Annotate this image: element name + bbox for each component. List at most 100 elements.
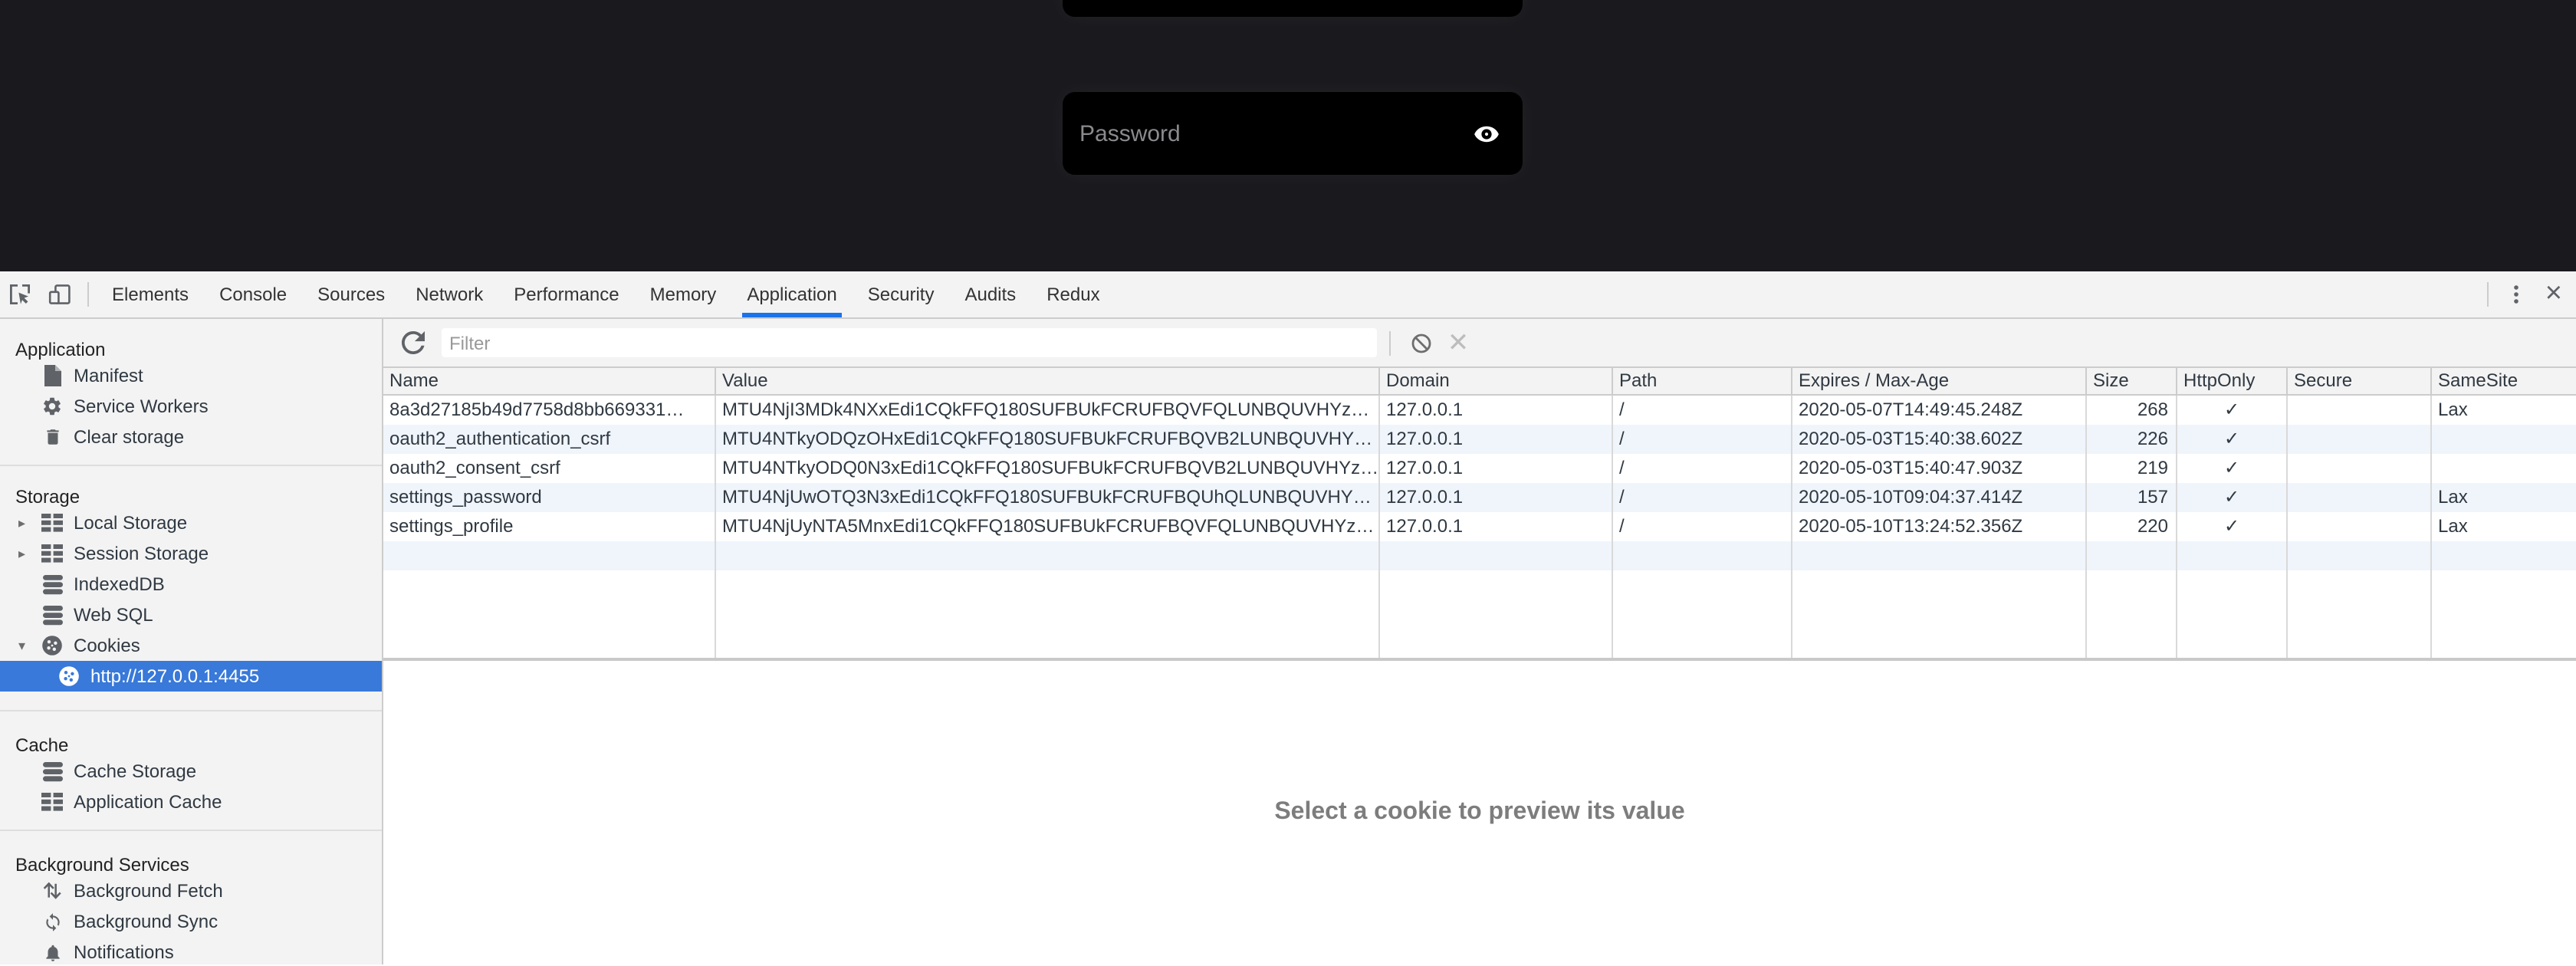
password-field[interactable]: Password (1063, 92, 1523, 175)
devtools-close-button[interactable]: × (2536, 278, 2576, 310)
tab-elements[interactable]: Elements (97, 271, 204, 317)
httponly-check: ✓ (2177, 512, 2288, 541)
sidebar-item-cookies[interactable]: ▾ Cookies (0, 630, 382, 661)
table-row[interactable]: settings_password MTU4NjUwOTQ3N3xEdi1CQk… (383, 483, 2576, 512)
table-filler (383, 570, 2576, 658)
devtools-tabbar: Elements Console Sources Network Perform… (0, 271, 2576, 319)
file-icon (43, 365, 61, 386)
device-toolbar-button[interactable] (40, 274, 80, 314)
toolbar-divider (1389, 330, 1391, 355)
tab-sources[interactable]: Sources (302, 271, 400, 317)
column-header-value[interactable]: Value (716, 368, 1380, 394)
up-down-arrows-icon (42, 881, 62, 901)
trash-icon (42, 426, 62, 448)
sidebar-item-cache-storage[interactable]: Cache Storage (0, 756, 382, 787)
cookie-table-header: Name Value Domain Path Expires / Max-Age… (383, 368, 2576, 396)
cookie-icon (41, 635, 63, 656)
application-sidebar: Application Manifest Service Workers Cle… (0, 319, 383, 964)
filter-input[interactable] (442, 328, 1377, 357)
database-icon (42, 574, 62, 594)
table-icon (41, 544, 63, 563)
sidebar-item-service-workers[interactable]: Service Workers (0, 391, 382, 422)
tab-audits[interactable]: Audits (949, 271, 1031, 317)
table-row[interactable]: oauth2_consent_csrf MTU4NTkyODQ0N3xEdi1C… (383, 454, 2576, 483)
sidebar-item-background-sync[interactable]: Background Sync (0, 906, 382, 937)
sidebar-item-clear-storage[interactable]: Clear storage (0, 422, 382, 452)
gear-icon (41, 396, 63, 417)
table-row[interactable]: 8a3d27185b49d7758d8bb669331… MTU4NjI3MDk… (383, 396, 2576, 425)
cookie-table-body: 8a3d27185b49d7758d8bb669331… MTU4NjI3MDk… (383, 396, 2576, 658)
column-header-path[interactable]: Path (1613, 368, 1792, 394)
show-only-blocked-cookies-button[interactable] (1403, 332, 1440, 353)
httponly-check: ✓ (2177, 425, 2288, 454)
table-icon (41, 514, 63, 532)
sidebar-item-application-cache[interactable]: Application Cache (0, 787, 382, 817)
section-background-services: Background Services Background Fetch Bac… (0, 831, 382, 964)
sidebar-item-indexeddb[interactable]: IndexedDB (0, 569, 382, 600)
tab-performance[interactable]: Performance (498, 271, 634, 317)
cookie-preview-pane: Select a cookie to preview its value (383, 658, 2576, 964)
tab-redux[interactable]: Redux (1031, 271, 1115, 317)
table-row-empty[interactable] (383, 541, 2576, 570)
password-placeholder: Password (1063, 120, 1474, 146)
section-application: Application Manifest Service Workers Cle… (0, 319, 382, 466)
tab-security[interactable]: Security (853, 271, 950, 317)
tabbar-right-divider (2487, 282, 2489, 307)
httponly-check: ✓ (2177, 396, 2288, 425)
sync-icon (42, 912, 62, 932)
form-field-partial[interactable] (1063, 0, 1523, 17)
sidebar-item-session-storage[interactable]: ▸ Session Storage (0, 538, 382, 569)
database-icon (42, 761, 62, 781)
section-cache: Cache Cache Storage Application Cache (0, 711, 382, 831)
column-header-expires[interactable]: Expires / Max-Age (1792, 368, 2087, 394)
table-row[interactable]: settings_profile MTU4NjUyNTA5MnxEdi1CQkF… (383, 512, 2576, 541)
cookies-pane: ✕ Name Value Domain Path Expires / Max-A… (383, 319, 2576, 964)
section-title: Application (0, 328, 382, 360)
column-header-httponly[interactable]: HttpOnly (2177, 368, 2288, 394)
inspect-element-button[interactable] (0, 274, 40, 314)
database-icon (42, 605, 62, 625)
chevron-down-icon[interactable]: ▾ (18, 637, 34, 654)
toggle-password-visibility-button[interactable] (1474, 120, 1500, 146)
refresh-button[interactable] (394, 331, 431, 354)
column-header-domain[interactable]: Domain (1380, 368, 1613, 394)
chevron-right-icon[interactable]: ▸ (18, 514, 34, 531)
column-header-name[interactable]: Name (383, 368, 716, 394)
sidebar-item-notifications[interactable]: Notifications (0, 937, 382, 964)
column-header-size[interactable]: Size (2087, 368, 2177, 394)
bell-icon (42, 942, 62, 962)
section-title: Cache (0, 724, 382, 756)
ban-circle-icon (1411, 332, 1432, 353)
devtools-menu-button[interactable] (2496, 274, 2536, 314)
cookie-preview-message: Select a cookie to preview its value (1274, 799, 1684, 826)
kebab-menu-icon (2505, 284, 2527, 305)
device-toolbar-icon (48, 282, 72, 307)
web-page-background: Password (0, 0, 2576, 271)
tab-network[interactable]: Network (400, 271, 498, 317)
tab-memory[interactable]: Memory (635, 271, 732, 317)
sidebar-item-local-storage[interactable]: ▸ Local Storage (0, 508, 382, 538)
screen: Password (0, 0, 2576, 966)
section-storage: Storage ▸ Local Storage ▸ Session Storag… (0, 466, 382, 711)
eye-icon (1474, 120, 1500, 146)
devtools-panel: Elements Console Sources Network Perform… (0, 271, 2576, 966)
chevron-right-icon[interactable]: ▸ (18, 545, 34, 562)
section-title: Background Services (0, 843, 382, 876)
clear-filter-button[interactable]: ✕ (1440, 330, 1477, 356)
section-title: Storage (0, 475, 382, 508)
sidebar-item-background-fetch[interactable]: Background Fetch (0, 876, 382, 906)
httponly-check: ✓ (2177, 454, 2288, 483)
inspect-cursor-icon (8, 282, 32, 307)
column-header-samesite[interactable]: SameSite (2432, 368, 2576, 394)
refresh-icon (401, 331, 424, 354)
table-icon (41, 793, 63, 811)
column-header-secure[interactable]: Secure (2288, 368, 2432, 394)
sidebar-item-web-sql[interactable]: Web SQL (0, 600, 382, 630)
httponly-check: ✓ (2177, 483, 2288, 512)
tab-application[interactable]: Application (731, 271, 852, 317)
sidebar-item-cookie-origin[interactable]: http://127.0.0.1:4455 (0, 661, 382, 692)
tab-console[interactable]: Console (204, 271, 302, 317)
tabbar-divider (87, 282, 89, 307)
sidebar-item-manifest[interactable]: Manifest (0, 360, 382, 391)
table-row[interactable]: oauth2_authentication_csrf MTU4NTkyODQzO… (383, 425, 2576, 454)
